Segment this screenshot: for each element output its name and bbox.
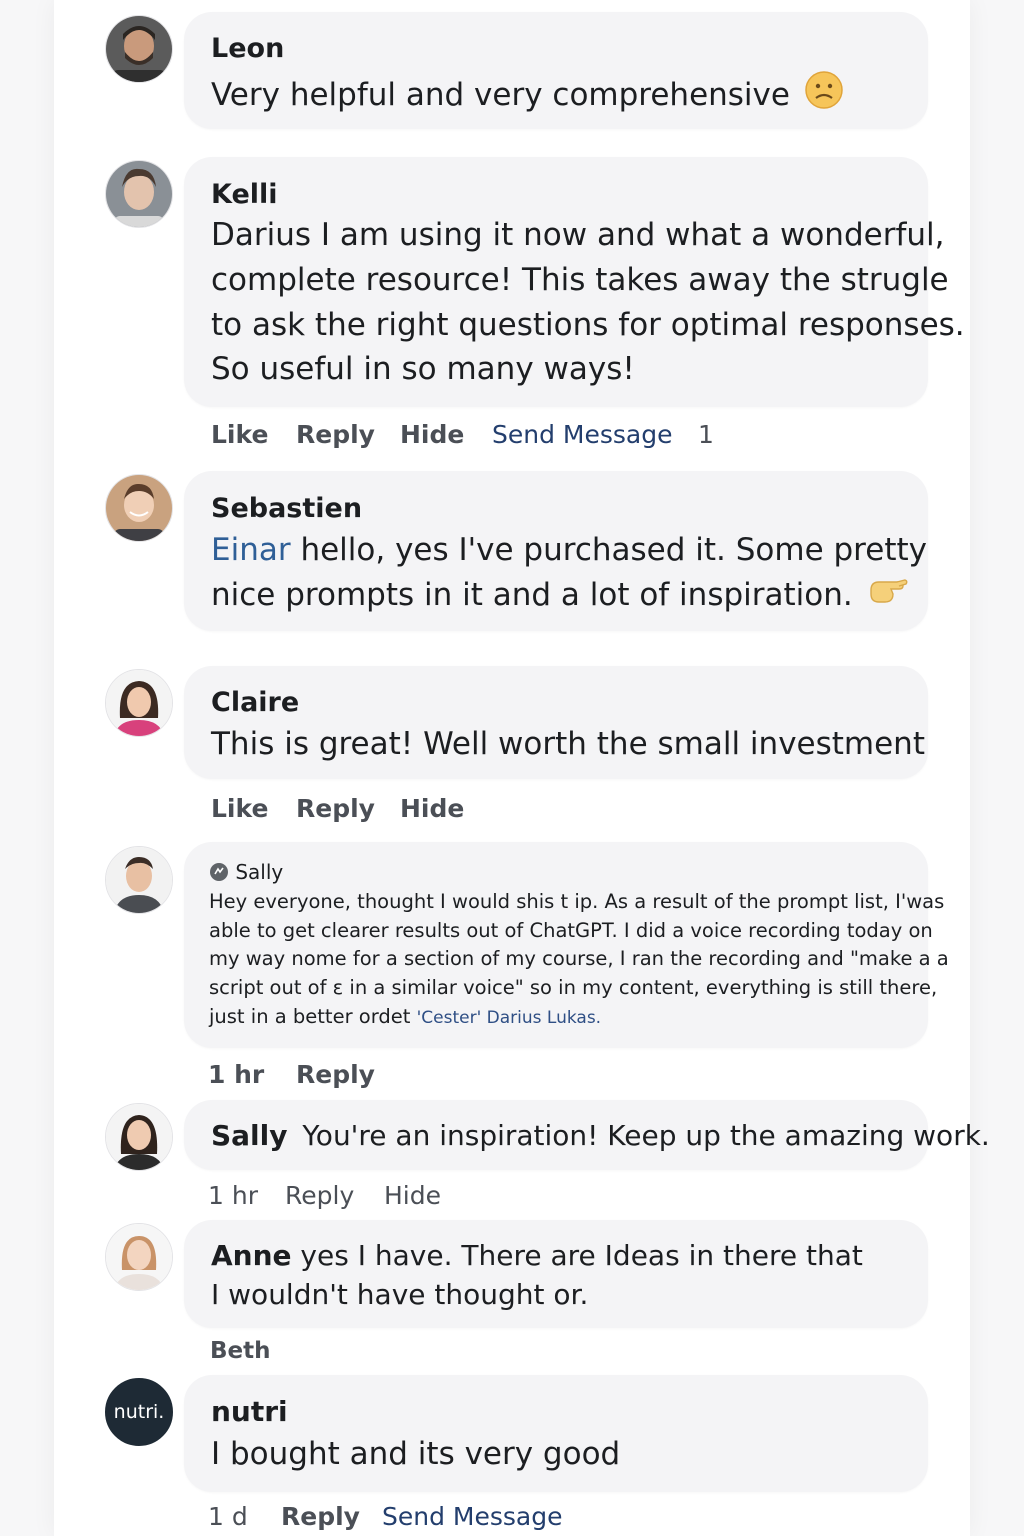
avatar-leon[interactable]: [105, 15, 173, 83]
comment-author-leon[interactable]: Leon: [211, 34, 284, 64]
hide-button[interactable]: Hide: [400, 420, 464, 449]
send-message-button[interactable]: Send Message: [382, 1502, 562, 1531]
comment-line-sally-5: just in a better ordet 'Cester' Darius L…: [209, 1003, 601, 1033]
comment-author-sally-reply[interactable]: Sally: [211, 1119, 288, 1152]
comment-line-kelli-4: So useful in so many ways!: [211, 351, 635, 387]
avatar-sebastien[interactable]: [105, 474, 173, 542]
avatar-sally-post[interactable]: [105, 846, 173, 914]
comment-text-sally-reply-content: You're an inspiration! Keep up the amazi…: [302, 1119, 990, 1152]
beth-label[interactable]: Beth: [210, 1338, 271, 1364]
comment-text-anne-1: yes I have. There are Ideas in there tha…: [291, 1239, 863, 1272]
comment-text-leon-content: Very helpful and very comprehensive: [211, 76, 790, 113]
comment-line-anne-1: Anne yes I have. There are Ideas in ther…: [211, 1236, 863, 1276]
hide-button[interactable]: Hide: [400, 794, 464, 823]
reply-button[interactable]: Reply: [296, 794, 375, 823]
hide-button[interactable]: Hide: [384, 1181, 441, 1210]
avatar-kelli[interactable]: [105, 160, 173, 228]
comment-author-nutri[interactable]: nutri: [211, 1397, 288, 1427]
avatar-claire[interactable]: [105, 669, 173, 737]
send-message-button[interactable]: Send Message: [492, 420, 672, 449]
avatar-sally-reply[interactable]: [105, 1103, 173, 1171]
comment-author-kelli[interactable]: Kelli: [211, 180, 278, 210]
timestamp[interactable]: 1 hr: [208, 1181, 258, 1210]
pointing-hand-icon: [867, 572, 909, 621]
comment-line-sally-1: Hey everyone, thought I would shis t ip.…: [209, 890, 945, 913]
comment-author-anne[interactable]: Anne: [211, 1239, 292, 1272]
comment-text-leon: Very helpful and very comprehensive: [211, 70, 844, 123]
comment-line-sally-3: my way nome for a section of my course, …: [209, 947, 949, 970]
avatar-nutri[interactable]: nutri.: [105, 1378, 173, 1446]
comment-author-sally-post[interactable]: Sally: [209, 860, 283, 887]
comment-line-anne-2: I wouldn't have thought or.: [211, 1278, 589, 1311]
comment-author-claire[interactable]: Claire: [211, 688, 299, 718]
timestamp[interactable]: 1 d: [208, 1502, 248, 1531]
comment-author-sebastien[interactable]: Sebastien: [211, 494, 362, 524]
comment-text-nutri: I bought and its very good: [211, 1436, 621, 1472]
reply-button[interactable]: Reply: [296, 420, 375, 449]
group-badge-icon: [209, 862, 229, 887]
comment-line-kelli-3: to ask the right questions for optimal r…: [211, 307, 965, 343]
comment-text-sebastien-1: hello, yes I've purchased it. Some prett…: [290, 532, 927, 568]
reply-button[interactable]: Reply: [281, 1502, 360, 1531]
comment-line-sebastien-2: nice prompts in it and a lot of inspirat…: [211, 572, 909, 621]
avatar-nutri-text: nutri.: [113, 1401, 165, 1423]
like-button[interactable]: Like: [211, 794, 268, 823]
comment-line-kelli-1: Darius I am using it now and what a wond…: [211, 217, 945, 253]
reply-button[interactable]: Reply: [296, 1060, 375, 1089]
comment-line-kelli-2: complete resource! This takes away the s…: [211, 262, 949, 298]
comment-line-sally-4: script out of ε in a similar voice" so i…: [209, 976, 938, 999]
mention-link[interactable]: Einar: [211, 532, 291, 568]
like-button[interactable]: Like: [211, 420, 268, 449]
comment-text-sebastien-2: nice prompts in it and a lot of inspirat…: [211, 576, 853, 613]
frowning-face-icon: [804, 70, 844, 123]
comment-text-sally-last: just in a better ordet: [209, 1005, 417, 1028]
mention-link[interactable]: 'Cester' Darius Lukas.: [417, 1008, 601, 1028]
comment-line-sebastien-1: Einar hello, yes I've purchased it. Some…: [211, 528, 927, 573]
comment-author-sally-name[interactable]: Sally: [235, 860, 283, 884]
reply-button[interactable]: Reply: [285, 1181, 354, 1210]
comment-text-sally-reply: Sally You're an inspiration! Keep up the…: [211, 1114, 990, 1159]
reaction-count[interactable]: 1: [698, 420, 714, 449]
comment-line-sally-2: able to get clearer results out of ChatG…: [209, 919, 933, 942]
timestamp[interactable]: 1 hr: [208, 1060, 264, 1089]
comment-text-claire: This is great! Well worth the small inve…: [211, 726, 925, 762]
avatar-anne[interactable]: [105, 1223, 173, 1291]
